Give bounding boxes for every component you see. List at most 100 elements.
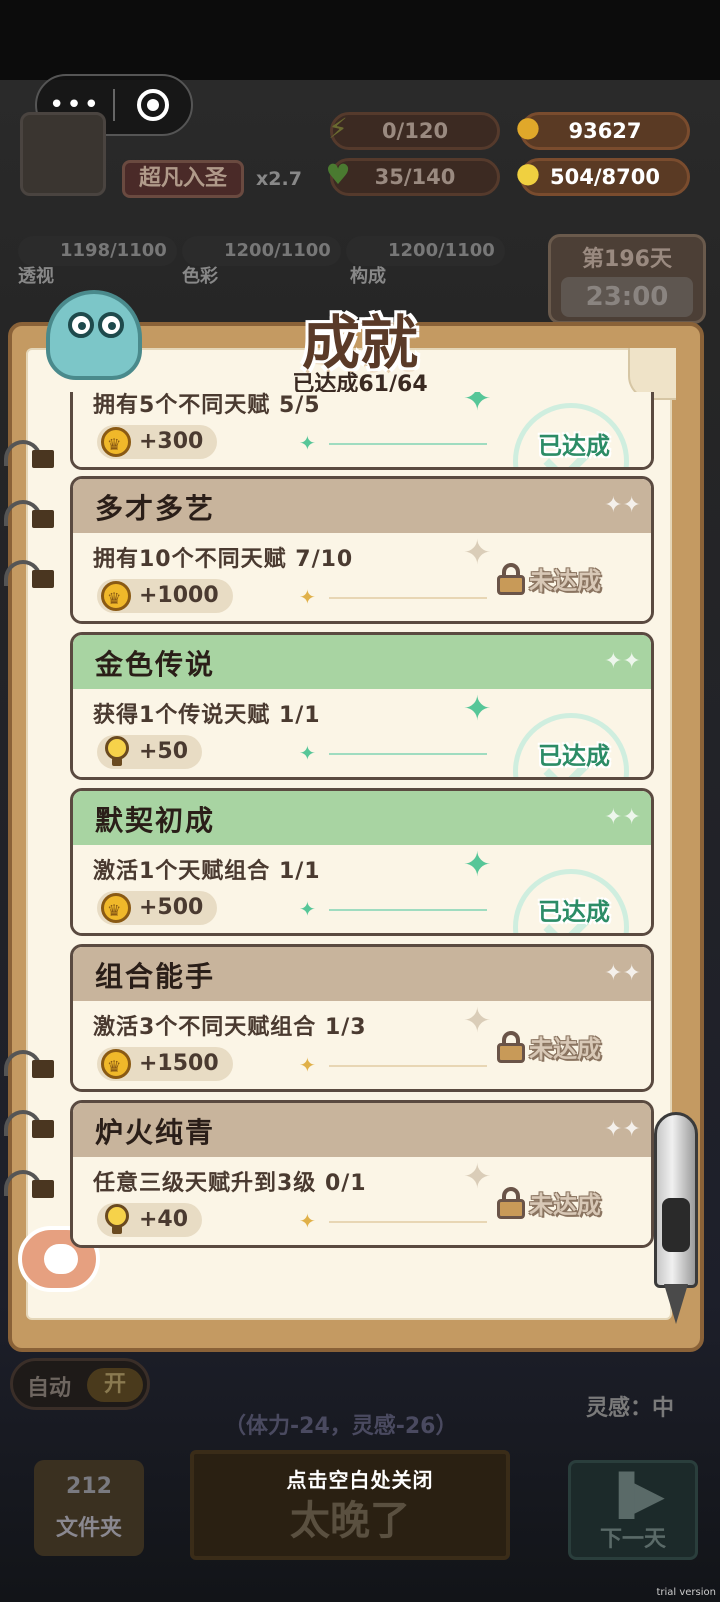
achievement-name: 炉火纯青: [95, 1116, 216, 1149]
action-cost: （体力-24，灵感-26）: [224, 1414, 458, 1439]
reward-amount: +500: [139, 895, 204, 920]
achievement-card: 金色传说 ✦✦ 获得1个传说天赋 1/1 ✦ +50 ✦ 已达成: [70, 632, 654, 780]
achievement-desc: 拥有10个不同天赋 7/10: [93, 547, 354, 572]
auto-toggle[interactable]: 自动 开: [10, 1358, 150, 1410]
skill-label: 透视: [18, 266, 54, 287]
next-day-label: 下一天: [599, 1527, 666, 1552]
achievement-list[interactable]: 拥有5个不同天赋 5/5 ✦ +300 ✦ 已达成 多才多艺 ✦✦ 拥有10个不…: [68, 392, 656, 1258]
reward-amount: +40: [139, 1207, 189, 1232]
auto-label: 自动: [27, 1376, 72, 1401]
card-header: 组合能手 ✦✦: [73, 947, 651, 1001]
lightbulb-icon: [105, 736, 129, 768]
sparkle-icon: ✦: [463, 689, 492, 729]
binder-ring: [4, 560, 54, 588]
card-header: 多才多艺 ✦✦: [73, 479, 651, 533]
progress-star-icon: ✦: [299, 741, 316, 765]
reward-amount: +300: [139, 429, 204, 454]
heart-icon: ♥: [325, 158, 351, 191]
binder-ring: [4, 1170, 54, 1198]
reward-badge: +500: [97, 891, 218, 928]
achievement-card: 组合能手 ✦✦ 激活3个不同天赋组合 1/3 ✦ +1500 ✦ 未达成: [70, 944, 654, 1092]
sparkle-icon: ✦✦: [604, 493, 641, 518]
binder-ring: [4, 1110, 54, 1138]
pen-icon: [648, 1112, 704, 1332]
coin-icon: [101, 427, 131, 462]
lightning-icon: ⚡: [328, 112, 348, 145]
progress-star-icon: ✦: [299, 897, 316, 921]
reward-badge: +40: [97, 1203, 203, 1237]
main-action-label: 太晚了: [290, 1498, 410, 1544]
sparkle-icon: ✦: [463, 392, 492, 419]
status-text: 未达成: [529, 1035, 601, 1063]
progress-line: [329, 753, 487, 755]
ideas-value: 504/8700: [550, 165, 660, 189]
progress-line: [329, 909, 487, 911]
close-program-button[interactable]: [115, 89, 191, 121]
status-text: 未达成: [529, 567, 601, 595]
energy-value: 0/120: [381, 119, 449, 143]
sparkle-icon: ✦: [463, 845, 492, 885]
sparkle-icon: ✦: [463, 533, 492, 573]
target-icon: [137, 89, 169, 121]
gold-value: 93627: [568, 119, 642, 143]
progress-star-icon: ✦: [299, 1209, 316, 1233]
card-header: 默契初成 ✦✦: [73, 791, 651, 845]
binder-ring: [4, 440, 54, 468]
sparkle-icon: ✦✦: [604, 805, 641, 830]
achievement-card: 炉火纯青 ✦✦ 任意三级天赋升到3级 0/1 ✦ +40 ✦ 未达成: [70, 1100, 654, 1248]
sparkle-icon: ✦✦: [604, 961, 641, 986]
status-text: 已达成: [538, 742, 610, 770]
achievement-desc: 激活3个不同天赋组合 1/3: [93, 1015, 367, 1040]
coin-icon: [101, 893, 131, 928]
trial-watermark: trial version: [656, 1587, 716, 1598]
reward-badge: +1500: [97, 1047, 233, 1084]
progress-line: [329, 443, 487, 445]
lock-icon: [497, 1187, 525, 1219]
card-header: 金色传说 ✦✦: [73, 635, 651, 689]
health-value: 35/140: [374, 165, 456, 189]
progress-line: [329, 597, 487, 599]
coin-icon: [101, 1049, 131, 1084]
skill-value: 1198/1100: [60, 240, 167, 261]
sparkle-icon: ✦✦: [604, 649, 641, 674]
lock-icon: [497, 563, 525, 595]
achievement-name: 金色传说: [95, 648, 216, 681]
achievement-card: 默契初成 ✦✦ 激活1个天赋组合 1/1 ✦ +500 ✦ 已达成: [70, 788, 654, 936]
reward-amount: +1500: [139, 1051, 219, 1076]
coin-icon: [101, 581, 131, 616]
binder-ring: [4, 1050, 54, 1078]
achievement-desc: 激活1个天赋组合 1/1: [93, 859, 321, 884]
inspiration-level: 灵感：中: [586, 1396, 675, 1421]
achievement-card: 多才多艺 ✦✦ 拥有10个不同天赋 7/10 ✦ +1000 ✦ 未达成: [70, 476, 654, 624]
card-header: 炉火纯青 ✦✦: [73, 1103, 651, 1157]
achievement-desc: 获得1个传说天赋 1/1: [93, 703, 321, 728]
player-title-badge: 超凡入圣: [122, 160, 244, 198]
reward-badge: +300: [97, 425, 218, 462]
auto-value: 开: [87, 1368, 143, 1402]
skill-label: 色彩: [182, 266, 218, 287]
lightbulb-icon: ●: [515, 156, 541, 189]
reward-amount: +50: [139, 739, 189, 764]
lock-icon: [497, 1031, 525, 1063]
progress-star-icon: ✦: [299, 1053, 316, 1077]
progress-line: [329, 1065, 487, 1067]
skill-value: 1200/1100: [388, 240, 495, 261]
achievement-card: 拥有5个不同天赋 5/5 ✦ +300 ✦ 已达成: [70, 392, 654, 470]
progress-line: [329, 1221, 487, 1223]
close-hint[interactable]: 点击空白处关闭: [0, 1464, 720, 1493]
achievement-name: 组合能手: [95, 960, 216, 993]
status-text: 已达成: [538, 898, 610, 926]
reward-badge: +1000: [97, 579, 233, 616]
status-text: 已达成: [538, 432, 610, 460]
player-avatar[interactable]: [20, 112, 106, 196]
achievement-name: 默契初成: [95, 804, 216, 837]
progress-star-icon: ✦: [299, 431, 316, 455]
status-text: 未达成: [529, 1191, 601, 1219]
coin-icon: ●: [515, 110, 541, 143]
sparkle-icon: ✦: [463, 1157, 492, 1197]
achievement-desc: 任意三级天赋升到3级 0/1: [93, 1171, 367, 1196]
reward-amount: +1000: [139, 583, 219, 608]
achievement-desc: 拥有5个不同天赋 5/5: [93, 393, 321, 418]
skill-value: 1200/1100: [224, 240, 331, 261]
day-label: 第196天: [582, 247, 672, 272]
